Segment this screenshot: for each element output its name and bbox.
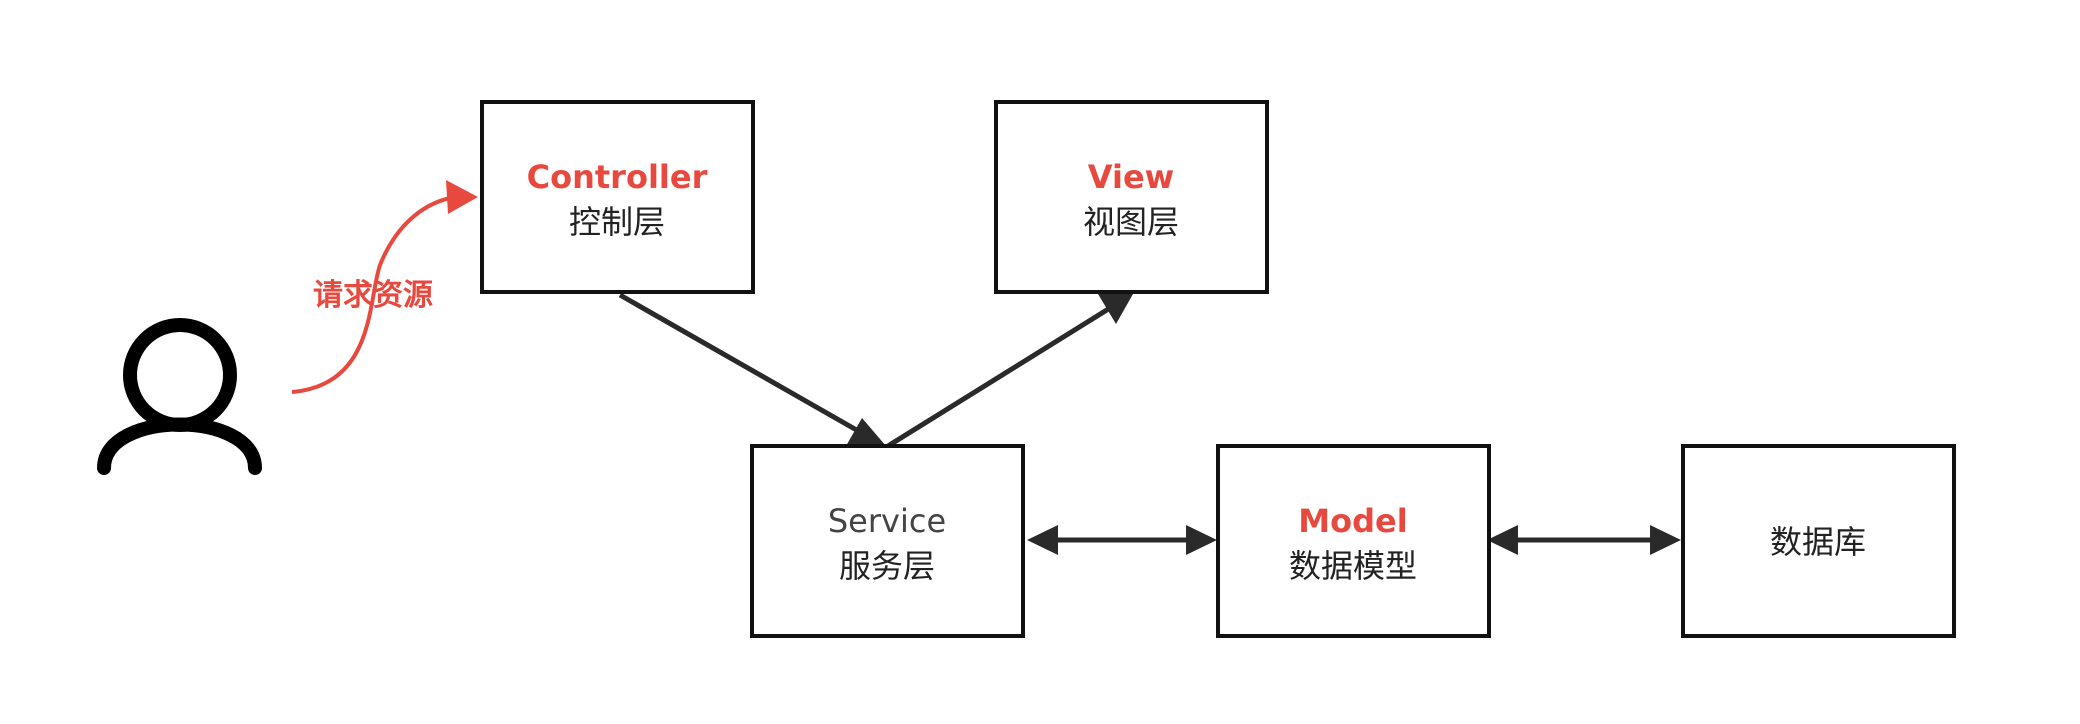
- edge-model-database: [1487, 525, 1681, 555]
- database-label: 数据库: [1770, 523, 1866, 561]
- controller-box: Controller 控制层: [480, 100, 755, 294]
- request-arrow: 请求资源: [291, 180, 478, 394]
- controller-title: Controller: [527, 158, 708, 196]
- service-title: Service: [828, 502, 946, 540]
- edge-service-model: [1027, 525, 1217, 555]
- view-subtitle: 视图层: [1083, 203, 1179, 241]
- service-subtitle: 服务层: [839, 547, 935, 585]
- mvc-architecture-diagram: 请求资源 Controller 控制层 View 视图层 Service 服务层: [97, 100, 1956, 638]
- database-box: 数据库: [1681, 444, 1956, 638]
- edge-service-to-view: [886, 294, 1133, 449]
- controller-subtitle: 控制层: [569, 203, 665, 241]
- model-subtitle: 数据模型: [1289, 547, 1417, 585]
- service-box: Service 服务层: [750, 444, 1025, 638]
- user-icon: [97, 318, 262, 475]
- model-box: Model 数据模型: [1216, 444, 1491, 638]
- request-arrow-head: [446, 180, 478, 214]
- edge-controller-to-service: [618, 292, 886, 446]
- request-label: 请求资源: [313, 278, 433, 313]
- view-box: View 视图层: [994, 100, 1269, 294]
- model-title: Model: [1298, 502, 1407, 540]
- view-title: View: [1088, 158, 1174, 196]
